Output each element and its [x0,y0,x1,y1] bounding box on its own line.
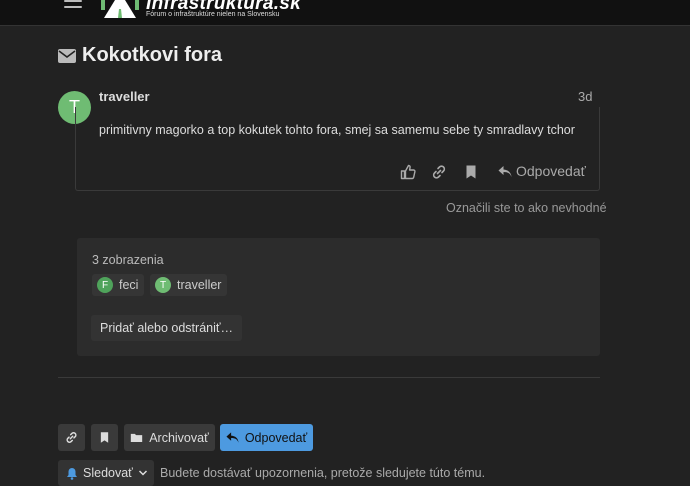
add-remove-button[interactable]: Pridať alebo odstrániť… [91,315,243,341]
reply-label: Odpovedať [516,163,586,179]
topic-title-text[interactable]: Kokotkovi fora [82,44,222,67]
notification-description: Budete dostávať upozornenia, pretože sle… [160,466,486,480]
post-date[interactable]: 3d [578,89,592,104]
hamburger-menu-icon[interactable] [64,0,82,14]
notification-label: Sledovať [83,466,133,480]
avatar: F [97,277,113,293]
post-reply-button[interactable]: Odpovedať [498,163,586,179]
participant-name: traveller [177,278,222,292]
views-count: 3 zobrazenia [92,253,164,267]
participant-chip-feci[interactable]: F feci [92,274,145,296]
site-logo-icon[interactable] [101,0,139,18]
divider [58,377,600,378]
envelope-icon [58,48,76,63]
avatar: T [155,277,171,293]
bell-icon [67,467,77,480]
folder-icon [131,433,143,442]
reply-button[interactable]: Odpovedať [220,424,313,451]
reply-icon [498,165,512,177]
link-icon[interactable] [431,164,447,180]
bookmark-icon [100,432,109,443]
reply-label: Odpovedať [244,430,308,445]
site-subtitle: Fórum o infraštruktúre nielen na Slovens… [146,11,280,18]
site-header: Infraštruktúra.sk Fórum o infraštruktúre… [0,0,690,26]
share-link-button[interactable] [58,424,85,451]
reply-icon [226,432,239,443]
bookmark-icon[interactable] [463,164,479,180]
flagged-notice: Označili ste to ako nevhodné [446,201,607,215]
page-title: Kokotkovi fora [58,44,222,67]
chevron-down-icon [138,470,147,476]
bookmark-button[interactable] [91,424,118,451]
participant-name: feci [119,278,139,292]
archive-button[interactable]: Archivovať [124,424,215,451]
thumbs-up-icon[interactable] [400,164,416,180]
archive-label: Archivovať [149,430,209,445]
participant-chip-traveller[interactable]: T traveller [150,274,228,296]
link-icon [66,432,77,443]
post-text: primitivny magorko a top kokutek tohto f… [99,123,575,137]
notification-level-button[interactable]: Sledovať [58,460,154,486]
post-username[interactable]: traveller [99,89,150,104]
